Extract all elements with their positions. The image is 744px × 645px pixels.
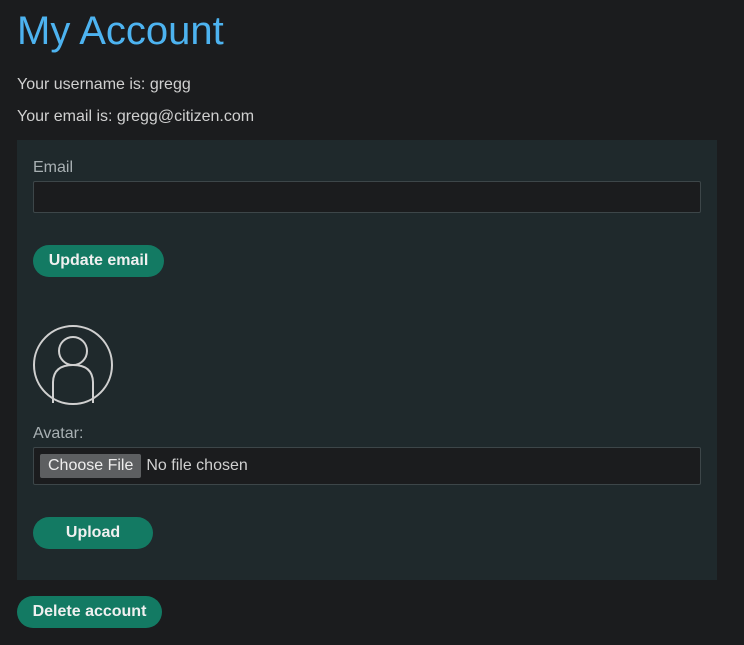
email-text: Your email is: gregg@citizen.com bbox=[17, 108, 255, 125]
account-settings-panel: Email Update email Avatar: Choose File N… bbox=[17, 140, 717, 580]
email-label: Email bbox=[33, 159, 74, 176]
user-avatar-icon bbox=[33, 325, 113, 405]
account-page: My Account Your username is: gregg Your … bbox=[0, 0, 744, 628]
avatar-file-input[interactable]: Choose File No file chosen bbox=[33, 447, 701, 485]
email-field[interactable] bbox=[33, 181, 701, 213]
file-status-text: No file chosen bbox=[146, 457, 248, 474]
upload-button[interactable]: Upload bbox=[33, 517, 153, 549]
username-text: Your username is: gregg bbox=[17, 76, 191, 93]
delete-account-button[interactable]: Delete account bbox=[17, 596, 162, 628]
page-title: My Account bbox=[17, 9, 224, 53]
choose-file-button[interactable]: Choose File bbox=[40, 454, 142, 478]
avatar-svg bbox=[33, 325, 113, 405]
avatar-label: Avatar: bbox=[33, 425, 84, 442]
update-email-button[interactable]: Update email bbox=[33, 245, 164, 277]
